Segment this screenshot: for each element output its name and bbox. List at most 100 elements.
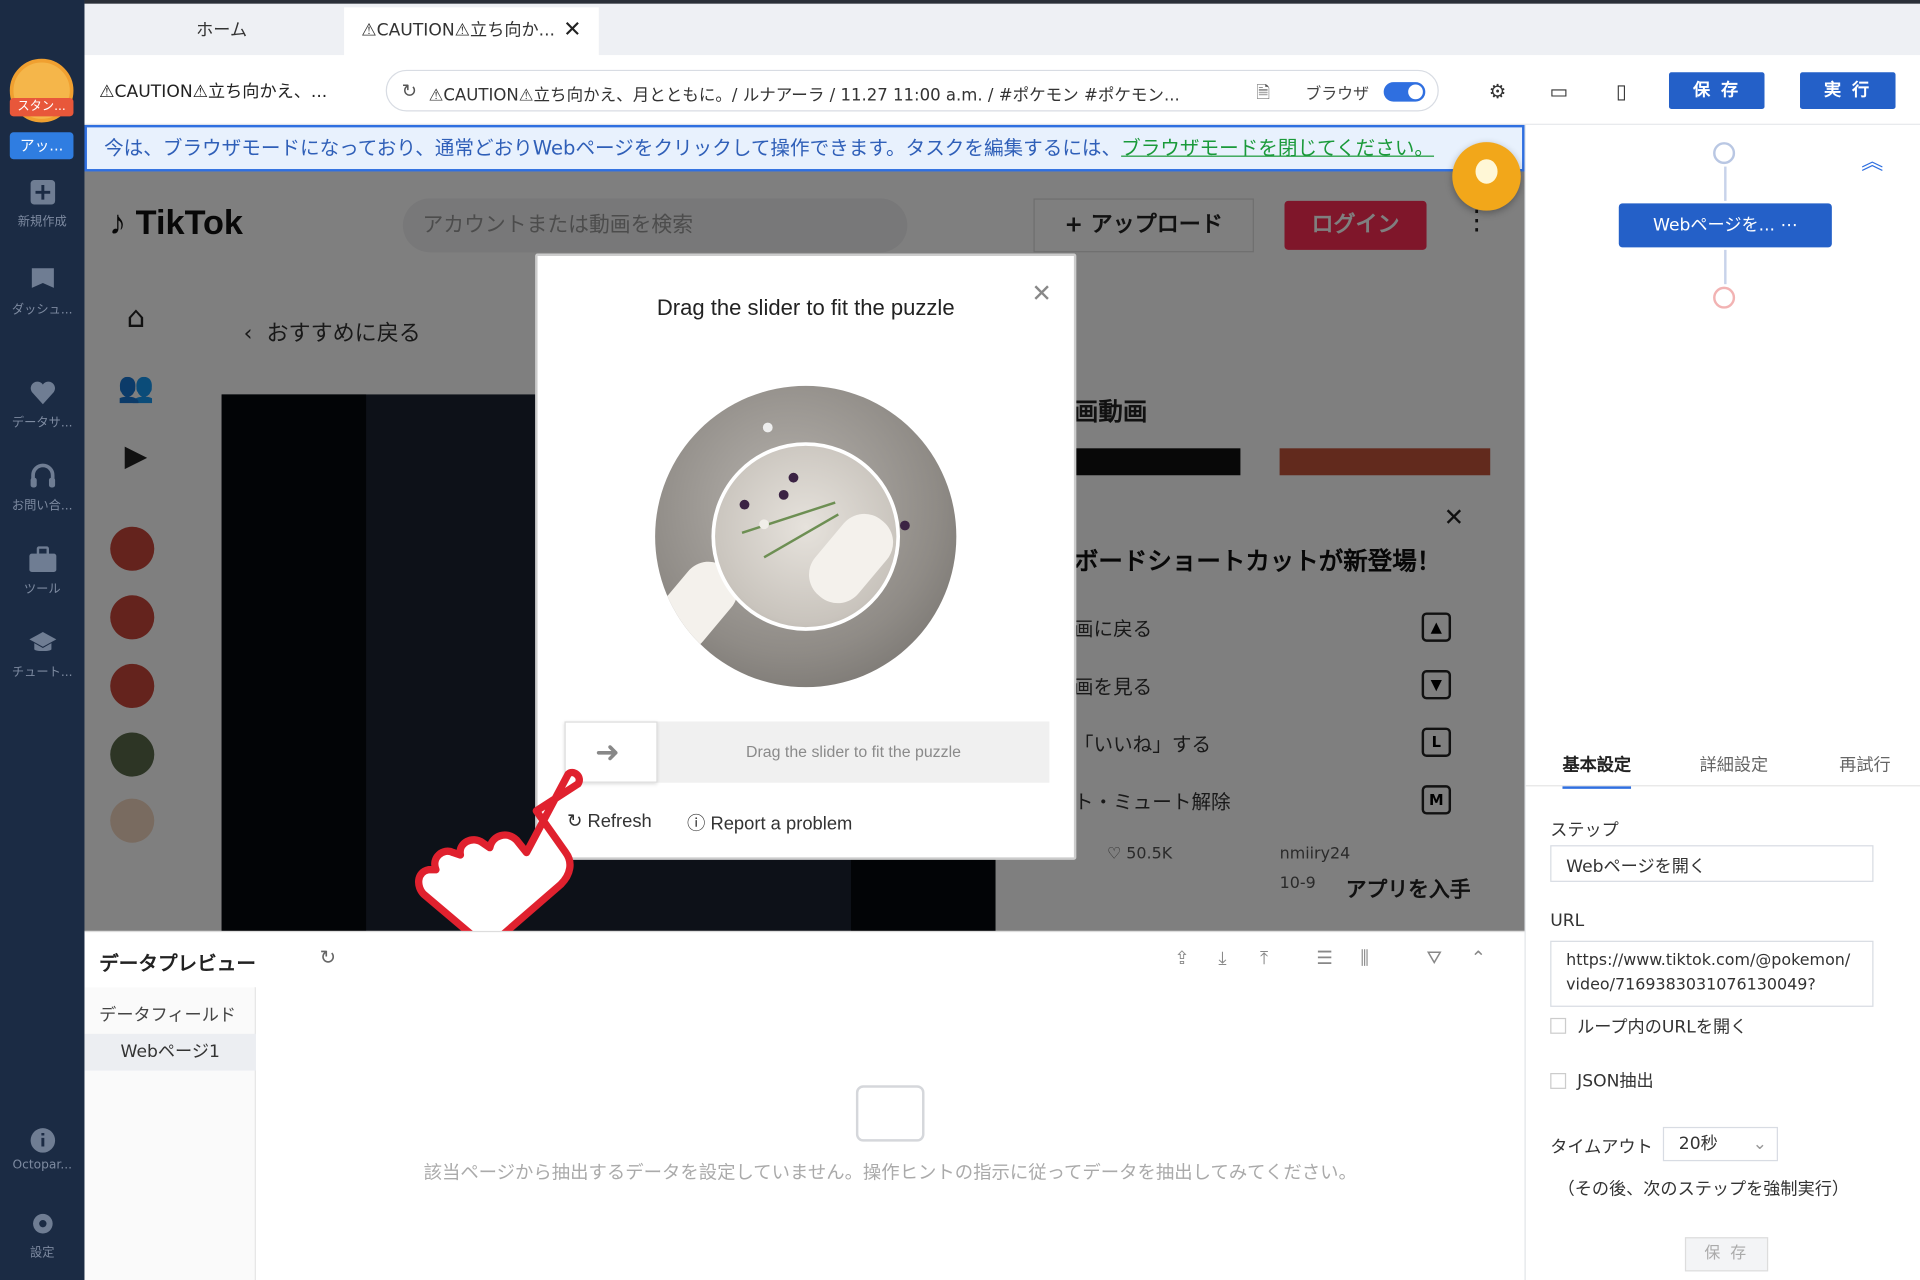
plan-badge: スタン... xyxy=(9,97,74,117)
save-button[interactable]: 保 存 xyxy=(1668,72,1765,110)
run-button[interactable]: 実 行 xyxy=(1800,72,1896,110)
captcha-slider-track[interactable]: ➜ Drag the slider to fit the puzzle xyxy=(564,721,1050,783)
tab-label: ⚠CAUTION⚠立ち向か... xyxy=(361,20,555,41)
flow-node-open-page[interactable]: Webページを... ⋯ xyxy=(1618,203,1832,248)
heart-icon xyxy=(30,381,55,405)
loop-url-label: ループ内のURLを開く xyxy=(1577,1017,1748,1038)
data-preview-panel: データプレビュー ↻ ⇪ ⤓ ⤒ ☰ ⫼ ⛛ ⌃ データフィールド Webページ… xyxy=(84,930,1525,1280)
tab-advanced-settings[interactable]: 詳細設定 xyxy=(1700,752,1769,776)
flower-shape xyxy=(759,519,769,530)
tab-bar: ホーム ⚠CAUTION⚠立ち向か... ✕ xyxy=(84,0,1920,57)
url-text[interactable]: ⚠CAUTION⚠立ち向かえ、月とともに。/ ルナアーラ / 11.27 11:… xyxy=(429,81,1213,106)
sidebar-label: チュート... xyxy=(11,666,73,680)
data-field-label: データフィールド xyxy=(99,1005,237,1026)
tab-home[interactable]: ホーム xyxy=(102,7,342,56)
plus-icon xyxy=(30,180,55,205)
app-switcher[interactable]: アッ... xyxy=(9,132,74,160)
timeout-note: （その後、次のステップを強制実行） xyxy=(1557,1179,1849,1200)
sidebar-label: データサ... xyxy=(11,416,73,430)
collapse-up-icon[interactable]: ︽ xyxy=(1861,145,1883,177)
flow-start-icon[interactable] xyxy=(1713,142,1736,165)
flow-connector xyxy=(1724,166,1727,201)
close-browser-mode-link[interactable]: ブラウザモードを閉じてください。 xyxy=(1121,136,1434,159)
loop-url-checkbox[interactable] xyxy=(1550,1017,1567,1034)
tab-basic-settings[interactable]: 基本設定 xyxy=(1562,752,1632,789)
timeout-select[interactable]: 20秒 ⌄ xyxy=(1662,1126,1778,1162)
settings-tabs: 基本設定 詳細設定 再試行 xyxy=(1525,737,1920,789)
sidebar-item-tools[interactable]: ツール xyxy=(0,546,84,597)
flag-icon xyxy=(31,268,54,288)
json-extract-checkbox[interactable] xyxy=(1550,1073,1567,1089)
address-toolbar: ⚠CAUTION⚠立ち向かえ、... ↻ ⚠CAUTION⚠立ち向かえ、月ととも… xyxy=(84,55,1920,125)
chevron-down-icon: ⌄ xyxy=(1752,1134,1767,1154)
page-info-icon[interactable]: 🗎 xyxy=(1256,80,1270,109)
layout-vertical-icon[interactable]: ▯ xyxy=(1609,80,1633,103)
sidebar-label: 新規作成 xyxy=(17,215,67,230)
download-icon[interactable]: ⤓ xyxy=(1218,947,1226,969)
close-captcha-icon[interactable]: ✕ xyxy=(1031,278,1052,307)
user-avatar[interactable]: スタン... xyxy=(9,58,74,123)
puzzle-image xyxy=(655,385,957,688)
url-field[interactable]: https://www.tiktok.com/@pokemon/video/71… xyxy=(1550,940,1874,1007)
tab-current-page[interactable]: ⚠CAUTION⚠立ち向か... ✕ xyxy=(344,7,599,57)
timeout-value: 20秒 xyxy=(1678,1134,1718,1154)
captcha-dialog: Drag the slider to fit the puzzle ✕ ➜ Dr… xyxy=(535,253,1077,860)
stem-shape xyxy=(741,501,836,534)
flow-node-label: Webページを... xyxy=(1653,215,1775,236)
briefcase-icon xyxy=(28,546,56,573)
browser-mode-banner: 今は、ブラウザモードになっており、通常どおりWebページをクリックして操作できま… xyxy=(84,124,1525,172)
pointing-hand-icon xyxy=(415,768,583,951)
sidebar-label: お問い合... xyxy=(11,499,73,514)
lightbulb-tips-icon[interactable] xyxy=(1452,142,1521,211)
report-problem-button[interactable]: ⓘ Report a problem xyxy=(687,810,852,836)
flower-shape xyxy=(739,499,750,510)
sidebar-label: ツール xyxy=(23,583,61,597)
arrow-right-icon: ➜ xyxy=(595,734,620,770)
step-name-field[interactable]: Webページを開く xyxy=(1550,845,1874,882)
filter-icon[interactable]: ⛛ xyxy=(1427,947,1442,969)
workflow-panel: Webページを... ⋯ ︽ 基本設定 詳細設定 再試行 ステップ Webページ… xyxy=(1524,124,1920,1280)
column-view-icon[interactable]: ⫼ xyxy=(1360,947,1368,969)
close-tab-icon[interactable]: ✕ xyxy=(563,7,581,54)
gear-icon xyxy=(32,1213,53,1234)
banner-text: 今は、ブラウザモードになっており、通常どおりWebページをクリックして操作できま… xyxy=(104,135,1122,160)
data-page-item[interactable]: Webページ1 xyxy=(84,1033,256,1071)
sidebar-label: ダッシュ... xyxy=(11,303,73,318)
flower-shape xyxy=(762,422,773,433)
export-icon[interactable]: ⇪ xyxy=(1174,947,1189,969)
sidebar-item-dashboard[interactable]: ダッシュ... xyxy=(0,267,84,317)
tab-retry[interactable]: 再試行 xyxy=(1839,752,1890,776)
reload-icon[interactable]: ↻ xyxy=(402,80,417,102)
collapse-icon[interactable]: ⌃ xyxy=(1471,947,1486,969)
sidebar-item-contact[interactable]: お問い合... xyxy=(0,463,84,513)
headset-icon xyxy=(30,463,55,488)
empty-box-icon xyxy=(855,1085,925,1142)
layout-horizontal-icon[interactable]: ▭ xyxy=(1547,80,1571,103)
flower-shape xyxy=(778,489,789,500)
step-label: ステップ xyxy=(1550,820,1619,841)
settings-gear-icon[interactable]: ⚙ xyxy=(1485,80,1509,103)
data-preview-title: データプレビュー xyxy=(99,951,256,976)
flow-end-icon[interactable] xyxy=(1713,286,1736,309)
panel-save-button[interactable]: 保 存 xyxy=(1684,1237,1769,1272)
sidebar-item-data-service[interactable]: データサ... xyxy=(0,380,84,430)
url-label: URL xyxy=(1550,911,1585,931)
sidebar-item-about[interactable]: Octopar... xyxy=(0,1127,84,1172)
sidebar-label: Octopar... xyxy=(12,1158,73,1173)
sidebar-item-tutorial[interactable]: チュート... xyxy=(0,630,84,680)
refresh-label: Refresh xyxy=(587,810,652,832)
upload-icon[interactable]: ⤒ xyxy=(1260,947,1268,969)
sidebar-item-new[interactable]: 新規作成 xyxy=(0,179,84,229)
page-title: ⚠CAUTION⚠立ち向かえ、... xyxy=(99,82,328,102)
flower-shape xyxy=(900,520,910,531)
json-extract-label: JSON抽出 xyxy=(1577,1071,1654,1092)
sidebar-label: 設定 xyxy=(30,1246,55,1261)
info-icon xyxy=(30,1128,55,1153)
sidebar-item-settings[interactable]: 設定 xyxy=(0,1210,84,1260)
url-bar[interactable]: ↻ ⚠CAUTION⚠立ち向かえ、月とともに。/ ルナアーラ / 11.27 1… xyxy=(385,69,1439,112)
app-window: スタン... アッ... 新規作成 ダッシュ... データサ... お問い合..… xyxy=(0,0,1920,1280)
puzzle-piece xyxy=(711,442,901,631)
list-view-icon[interactable]: ☰ xyxy=(1316,947,1332,969)
browser-mode-toggle[interactable] xyxy=(1383,82,1426,102)
refresh-preview-icon[interactable]: ↻ xyxy=(320,946,336,969)
